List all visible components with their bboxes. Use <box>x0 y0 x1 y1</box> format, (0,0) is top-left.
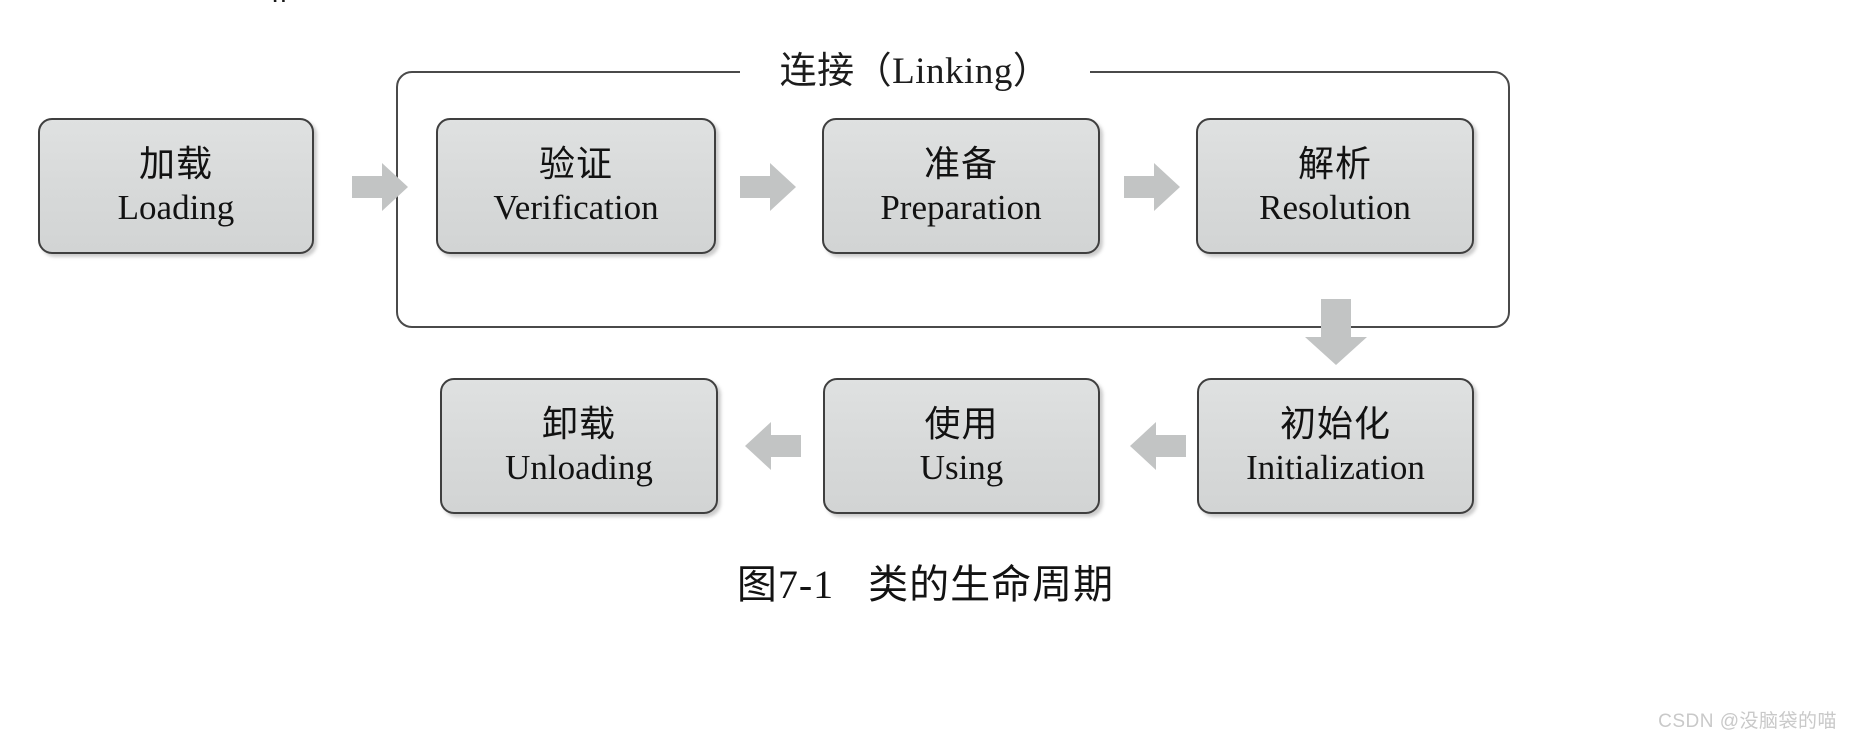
arrow-down-resolution-to-initialization <box>1305 299 1367 365</box>
figure-caption: 图7-1 类的生命周期 <box>0 552 1851 610</box>
stage-label-cn: 准备 <box>923 143 998 184</box>
figure-caption-text: 类的生命周期 <box>868 562 1115 607</box>
stage-label-en: Loading <box>117 187 235 227</box>
stage-box-loading[interactable]: 加载 Loading <box>38 118 314 254</box>
stage-label-en: Preparation <box>880 187 1042 227</box>
stage-box-resolution[interactable]: 解析 Resolution <box>1196 118 1474 254</box>
stage-box-preparation[interactable]: 准备 Preparation <box>822 118 1100 254</box>
arrow-right-loading-to-verification <box>352 163 408 211</box>
stage-label-cn: 加载 <box>138 143 213 184</box>
stage-label-en: Resolution <box>1259 187 1411 227</box>
arrow-right-preparation-to-resolution <box>1124 163 1180 211</box>
stage-label-cn: 验证 <box>538 143 613 184</box>
figure-caption-number: 图7-1 <box>736 562 835 607</box>
stage-label-cn: 卸载 <box>541 403 616 444</box>
stage-label-en: Using <box>919 447 1004 487</box>
arrow-left-initialization-to-using <box>1130 422 1186 470</box>
arrow-left-using-to-unloading <box>745 422 801 470</box>
stage-label-cn: 解析 <box>1297 143 1372 184</box>
stage-label-en: Initialization <box>1246 447 1425 487</box>
stage-label-cn: 使用 <box>924 403 999 444</box>
stage-label-cn: 初始化 <box>1279 403 1391 444</box>
stage-label-en: Unloading <box>505 447 653 487</box>
stage-box-initialization[interactable]: 初始化 Initialization <box>1197 378 1474 514</box>
top-clipped-text-fragment: g <box>272 0 287 2</box>
arrow-right-verification-to-preparation <box>740 163 796 211</box>
stage-box-verification[interactable]: 验证 Verification <box>436 118 716 254</box>
csdn-watermark: CSDN @没脑袋的喵 <box>1658 711 1837 732</box>
linking-group-label: 连接（Linking） <box>740 48 1090 96</box>
figure-canvas: g 连接（Linking） 加载 Loading 验证 Verification… <box>0 0 1851 744</box>
stage-box-unloading[interactable]: 卸载 Unloading <box>440 378 718 514</box>
stage-box-using[interactable]: 使用 Using <box>823 378 1100 514</box>
stage-label-en: Verification <box>493 187 659 227</box>
